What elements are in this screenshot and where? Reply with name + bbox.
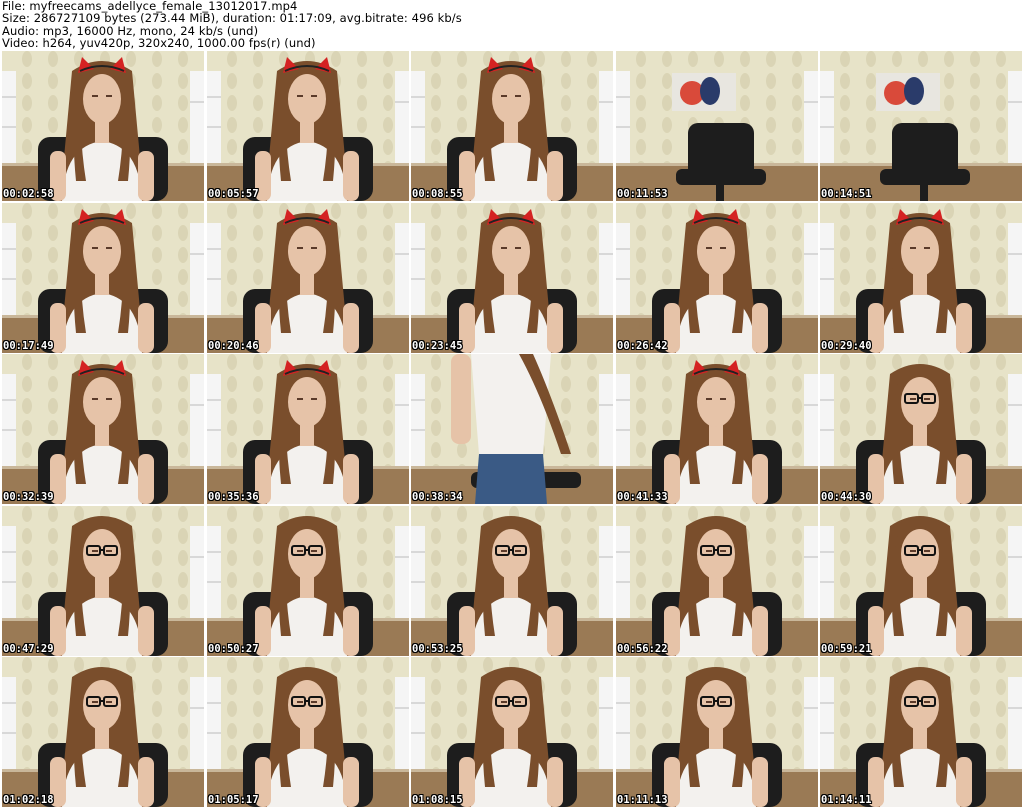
thumbnail-timestamp: 00:50:27	[208, 643, 259, 655]
thumbnail-frame-image	[820, 203, 1022, 353]
thumbnail-frame-image	[2, 354, 204, 504]
thumbnail-timestamp: 01:08:15	[412, 794, 463, 806]
thumbnail-timestamp: 00:59:21	[821, 643, 872, 655]
thumbnail-timestamp: 00:20:46	[208, 340, 259, 352]
video-thumbnail: 00:53:25	[411, 506, 613, 656]
video-thumbnail: 00:20:46	[207, 203, 409, 353]
thumbnail-frame-image	[2, 203, 204, 353]
video-thumbnail: 00:35:36	[207, 354, 409, 504]
thumbnail-timestamp: 00:11:53	[617, 188, 668, 200]
thumbnail-timestamp: 00:38:34	[412, 491, 463, 503]
thumbnail-frame-image	[2, 506, 204, 656]
thumbnail-frame-image	[411, 203, 613, 353]
thumbnail-frame-image	[207, 51, 409, 201]
video-thumbnail: 00:38:34	[411, 354, 613, 504]
thumbnail-frame-image	[207, 657, 409, 807]
thumbnail-timestamp: 00:29:40	[821, 340, 872, 352]
video-thumbnail: 00:32:39	[2, 354, 204, 504]
video-thumbnail: 01:05:17	[207, 657, 409, 807]
video-thumbnail: 00:23:45	[411, 203, 613, 353]
video-thumbnail: 00:41:33	[616, 354, 818, 504]
thumbnail-timestamp: 00:26:42	[617, 340, 668, 352]
thumbnail-timestamp: 00:17:49	[3, 340, 54, 352]
thumbnail-timestamp: 01:02:18	[3, 794, 54, 806]
thumbnail-timestamp: 00:05:57	[208, 188, 259, 200]
thumbnail-frame-image	[411, 354, 613, 504]
thumbnail-timestamp: 01:11:13	[617, 794, 668, 806]
thumbnail-timestamp: 00:41:33	[617, 491, 668, 503]
video-thumbnail: 00:02:58	[2, 51, 204, 201]
video-thumbnail: 00:08:55	[411, 51, 613, 201]
video-thumbnail: 00:29:40	[820, 203, 1022, 353]
video-thumbnail: 00:56:22	[616, 506, 818, 656]
thumbnail-frame-image	[616, 657, 818, 807]
thumbnail-timestamp: 00:44:30	[821, 491, 872, 503]
video-thumbnail: 01:11:13	[616, 657, 818, 807]
thumbnail-timestamp: 00:53:25	[412, 643, 463, 655]
thumbnail-frame-image	[616, 354, 818, 504]
video-thumbnail: 01:14:11	[820, 657, 1022, 807]
thumbnail-timestamp: 01:05:17	[208, 794, 259, 806]
video-thumbnail: 00:44:30	[820, 354, 1022, 504]
thumbnail-frame-image	[820, 354, 1022, 504]
thumbnail-frame-image	[616, 51, 818, 201]
thumbnail-frame-image	[411, 657, 613, 807]
thumbnail-timestamp: 00:14:51	[821, 188, 872, 200]
video-thumbnail: 00:59:21	[820, 506, 1022, 656]
thumbnail-timestamp: 00:32:39	[3, 491, 54, 503]
file-size-line: Size: 286727109 bytes (273.44 MiB), dura…	[2, 11, 462, 26]
thumbnail-frame-image	[820, 51, 1022, 201]
video-thumbnail: 01:08:15	[411, 657, 613, 807]
video-thumbnail: 00:17:49	[2, 203, 204, 353]
thumbnail-frame-image	[411, 51, 613, 201]
thumbnail-timestamp: 00:02:58	[3, 188, 54, 200]
thumbnail-frame-image	[820, 657, 1022, 807]
thumbnail-frame-image	[2, 657, 204, 807]
thumbnail-timestamp: 00:08:55	[412, 188, 463, 200]
file-info-header: File: myfreecams_adellyce_female_1301201…	[2, 0, 1022, 50]
thumbnail-frame-image	[616, 203, 818, 353]
thumbnail-timestamp: 00:35:36	[208, 491, 259, 503]
video-thumbnail: 00:50:27	[207, 506, 409, 656]
video-thumbnail: 00:11:53	[616, 51, 818, 201]
thumbnail-timestamp: 00:23:45	[412, 340, 463, 352]
video-info-line: Video: h264, yuv420p, 320x240, 1000.00 f…	[2, 36, 316, 51]
video-thumbnail: 00:26:42	[616, 203, 818, 353]
video-thumbnail: 01:02:18	[2, 657, 204, 807]
thumbnail-timestamp: 00:47:29	[3, 643, 54, 655]
thumbnail-frame-image	[616, 506, 818, 656]
thumbnail-frame-image	[2, 51, 204, 201]
thumbnail-frame-image	[411, 506, 613, 656]
video-thumbnail: 00:14:51	[820, 51, 1022, 201]
thumbnail-frame-image	[820, 506, 1022, 656]
thumbnail-timestamp: 00:56:22	[617, 643, 668, 655]
thumbnail-timestamp: 01:14:11	[821, 794, 872, 806]
video-thumbnail: 00:05:57	[207, 51, 409, 201]
thumbnail-frame-image	[207, 354, 409, 504]
thumbnail-frame-image	[207, 203, 409, 353]
video-thumbnail: 00:47:29	[2, 506, 204, 656]
thumbnail-grid: 00:02:58 00:05:57 00:08:55 00:11:53 00:14:51…	[2, 51, 1022, 809]
thumbnail-frame-image	[207, 506, 409, 656]
